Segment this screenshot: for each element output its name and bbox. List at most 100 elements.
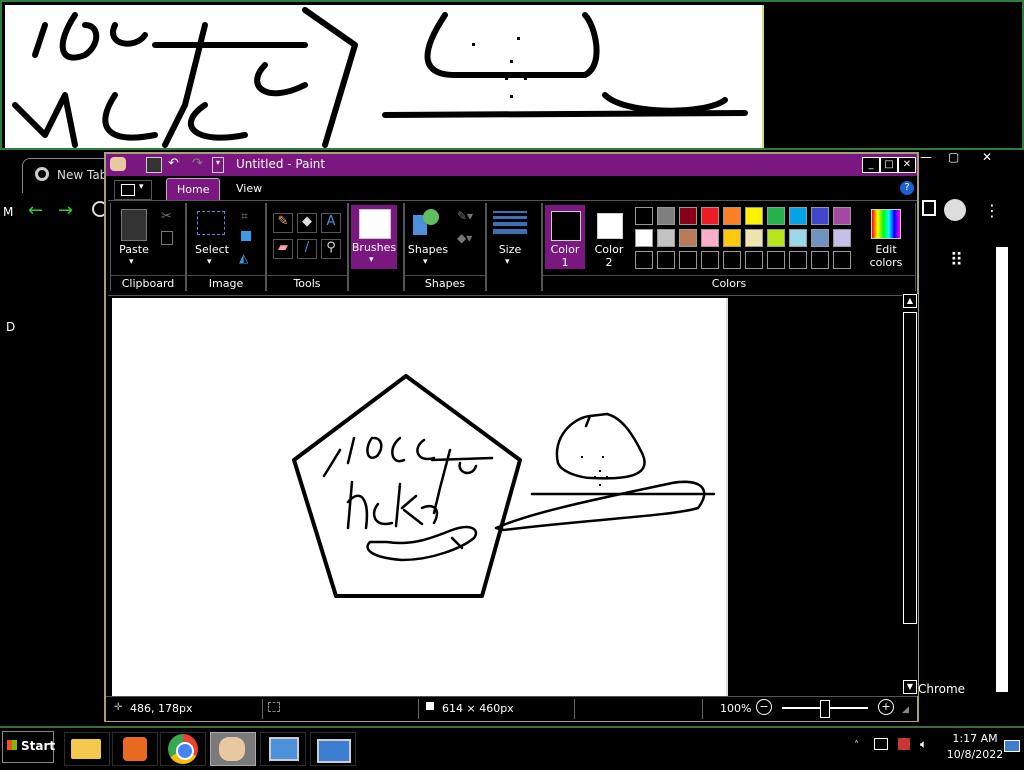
custom-color-swatch[interactable] xyxy=(657,251,675,269)
tab-view[interactable]: View xyxy=(226,178,272,200)
tray-expand-icon[interactable]: ˄ xyxy=(854,740,859,751)
resize-icon[interactable] xyxy=(241,231,251,241)
clock-time[interactable]: 1:17 AM xyxy=(950,732,1000,745)
keyboard-icon[interactable] xyxy=(310,732,356,766)
chrome-close-button[interactable]: ✕ xyxy=(982,150,992,164)
text-icon[interactable]: A xyxy=(321,213,341,233)
color-swatch[interactable] xyxy=(723,207,741,225)
fill-style-icon[interactable]: ◆▾ xyxy=(457,231,472,245)
color-swatch[interactable] xyxy=(745,229,763,247)
color-swatch[interactable] xyxy=(635,207,653,225)
chrome-maximize-button[interactable]: ▢ xyxy=(948,150,959,164)
zoom-out-icon[interactable]: − xyxy=(756,699,772,715)
size-button[interactable]: Size xyxy=(487,243,533,256)
crop-icon[interactable]: ⌗ xyxy=(241,209,248,224)
chrome-extension-icon[interactable] xyxy=(922,200,936,216)
pencil-icon[interactable]: ✎ xyxy=(273,213,293,233)
custom-color-swatch[interactable] xyxy=(833,251,851,269)
start-button[interactable]: Start xyxy=(2,731,55,763)
size-icon[interactable] xyxy=(493,209,527,237)
help-icon[interactable]: ? xyxy=(900,181,914,195)
select-dropdown-icon[interactable]: ▾ xyxy=(207,257,212,267)
scroll-down-icon[interactable]: ▼ xyxy=(903,680,917,694)
size-dropdown-icon[interactable]: ▾ xyxy=(505,257,510,267)
color-swatch[interactable] xyxy=(833,229,851,247)
shapes-icon[interactable] xyxy=(413,209,441,237)
color-swatch[interactable] xyxy=(745,207,763,225)
color-picker-icon[interactable]: / xyxy=(297,239,317,259)
color-swatch[interactable] xyxy=(679,229,697,247)
color-swatch[interactable] xyxy=(833,207,851,225)
profile-avatar-icon[interactable] xyxy=(944,199,966,221)
color-swatch[interactable] xyxy=(679,207,697,225)
chrome-menu-icon[interactable]: ⋮ xyxy=(984,201,1000,220)
volume-icon[interactable]: 🔈︎ xyxy=(920,737,927,752)
color-swatch[interactable] xyxy=(767,229,785,247)
chrome-scrollbar[interactable] xyxy=(996,247,1008,692)
forward-arrow-icon[interactable]: → xyxy=(58,200,73,221)
paste-dropdown-icon[interactable]: ▾ xyxy=(129,257,134,267)
color-swatch[interactable] xyxy=(811,207,829,225)
paste-button[interactable]: Paste xyxy=(113,243,155,256)
custom-color-swatch[interactable] xyxy=(745,251,763,269)
rotate-icon[interactable]: ◭ xyxy=(239,251,248,265)
chrome-taskbar-icon[interactable] xyxy=(160,732,206,766)
color-swatch[interactable] xyxy=(701,229,719,247)
chrome-minimize-button[interactable]: — xyxy=(920,150,932,164)
color-swatch[interactable] xyxy=(701,207,719,225)
redo-icon[interactable]: ↷ xyxy=(192,156,203,171)
select-button[interactable]: Select xyxy=(189,243,235,256)
color-swatch[interactable] xyxy=(657,229,675,247)
fill-icon[interactable]: ◆ xyxy=(297,213,317,233)
color-swatch[interactable] xyxy=(767,207,785,225)
scroll-thumb[interactable] xyxy=(903,312,917,624)
paste-icon[interactable] xyxy=(121,209,147,241)
zoom-slider-thumb[interactable] xyxy=(820,700,830,718)
color-swatch[interactable] xyxy=(789,207,807,225)
edit-colors-button[interactable]: Edit colors xyxy=(861,205,911,269)
color1-button[interactable]: Color 1 xyxy=(545,205,585,269)
magnifier-icon[interactable]: ⚲ xyxy=(321,239,341,259)
back-arrow-icon[interactable]: ← xyxy=(28,200,43,221)
clock-date[interactable]: 10/8/2022 xyxy=(944,748,1006,761)
scroll-up-icon[interactable]: ▲ xyxy=(903,294,917,308)
custom-color-swatch[interactable] xyxy=(789,251,807,269)
canvas-scrollbar[interactable]: ▲ ▼ xyxy=(902,294,918,696)
shapes-button[interactable]: Shapes xyxy=(405,243,451,256)
color-swatch[interactable] xyxy=(811,229,829,247)
color-swatch[interactable] xyxy=(789,229,807,247)
network-icon[interactable] xyxy=(874,738,888,750)
custom-color-swatch[interactable] xyxy=(767,251,785,269)
apps-grid-icon[interactable]: ⠿ xyxy=(950,250,963,271)
minimize-button[interactable]: _ xyxy=(862,157,880,173)
action-center-icon[interactable] xyxy=(898,738,910,750)
paint-taskbar-icon[interactable] xyxy=(210,732,256,766)
select-icon[interactable] xyxy=(197,211,225,235)
brushes-button[interactable]: Brushes ▾ xyxy=(351,205,397,269)
show-desktop-icon[interactable] xyxy=(1004,740,1020,752)
cut-icon[interactable]: ✂ xyxy=(161,209,172,224)
tab-home[interactable]: Home xyxy=(166,178,221,201)
close-button[interactable]: ✕ xyxy=(898,157,916,173)
custom-color-swatch[interactable] xyxy=(679,251,697,269)
drawing-canvas[interactable] xyxy=(112,298,728,696)
file-explorer-icon[interactable] xyxy=(64,732,110,766)
media-player-icon[interactable] xyxy=(112,732,158,766)
color-swatch[interactable] xyxy=(657,207,675,225)
custom-color-swatch[interactable] xyxy=(723,251,741,269)
copy-icon[interactable] xyxy=(161,231,173,245)
color-swatch[interactable] xyxy=(723,229,741,247)
outline-icon[interactable]: ✎▾ xyxy=(457,209,473,223)
maximize-button[interactable]: □ xyxy=(880,157,898,173)
eraser-icon[interactable]: ▰ xyxy=(273,239,293,259)
resize-grip-icon[interactable]: ◢ xyxy=(902,705,909,715)
remote-desktop-icon[interactable] xyxy=(260,732,306,766)
undo-icon[interactable]: ↶ xyxy=(168,156,179,171)
zoom-in-icon[interactable]: + xyxy=(878,699,894,715)
custom-color-swatch[interactable] xyxy=(635,251,653,269)
color-swatch[interactable] xyxy=(635,229,653,247)
paint-menu-button[interactable]: ▾ xyxy=(114,180,152,200)
custom-color-swatch[interactable] xyxy=(701,251,719,269)
save-icon[interactable] xyxy=(146,157,162,173)
shapes-dropdown-icon[interactable]: ▾ xyxy=(423,257,428,267)
